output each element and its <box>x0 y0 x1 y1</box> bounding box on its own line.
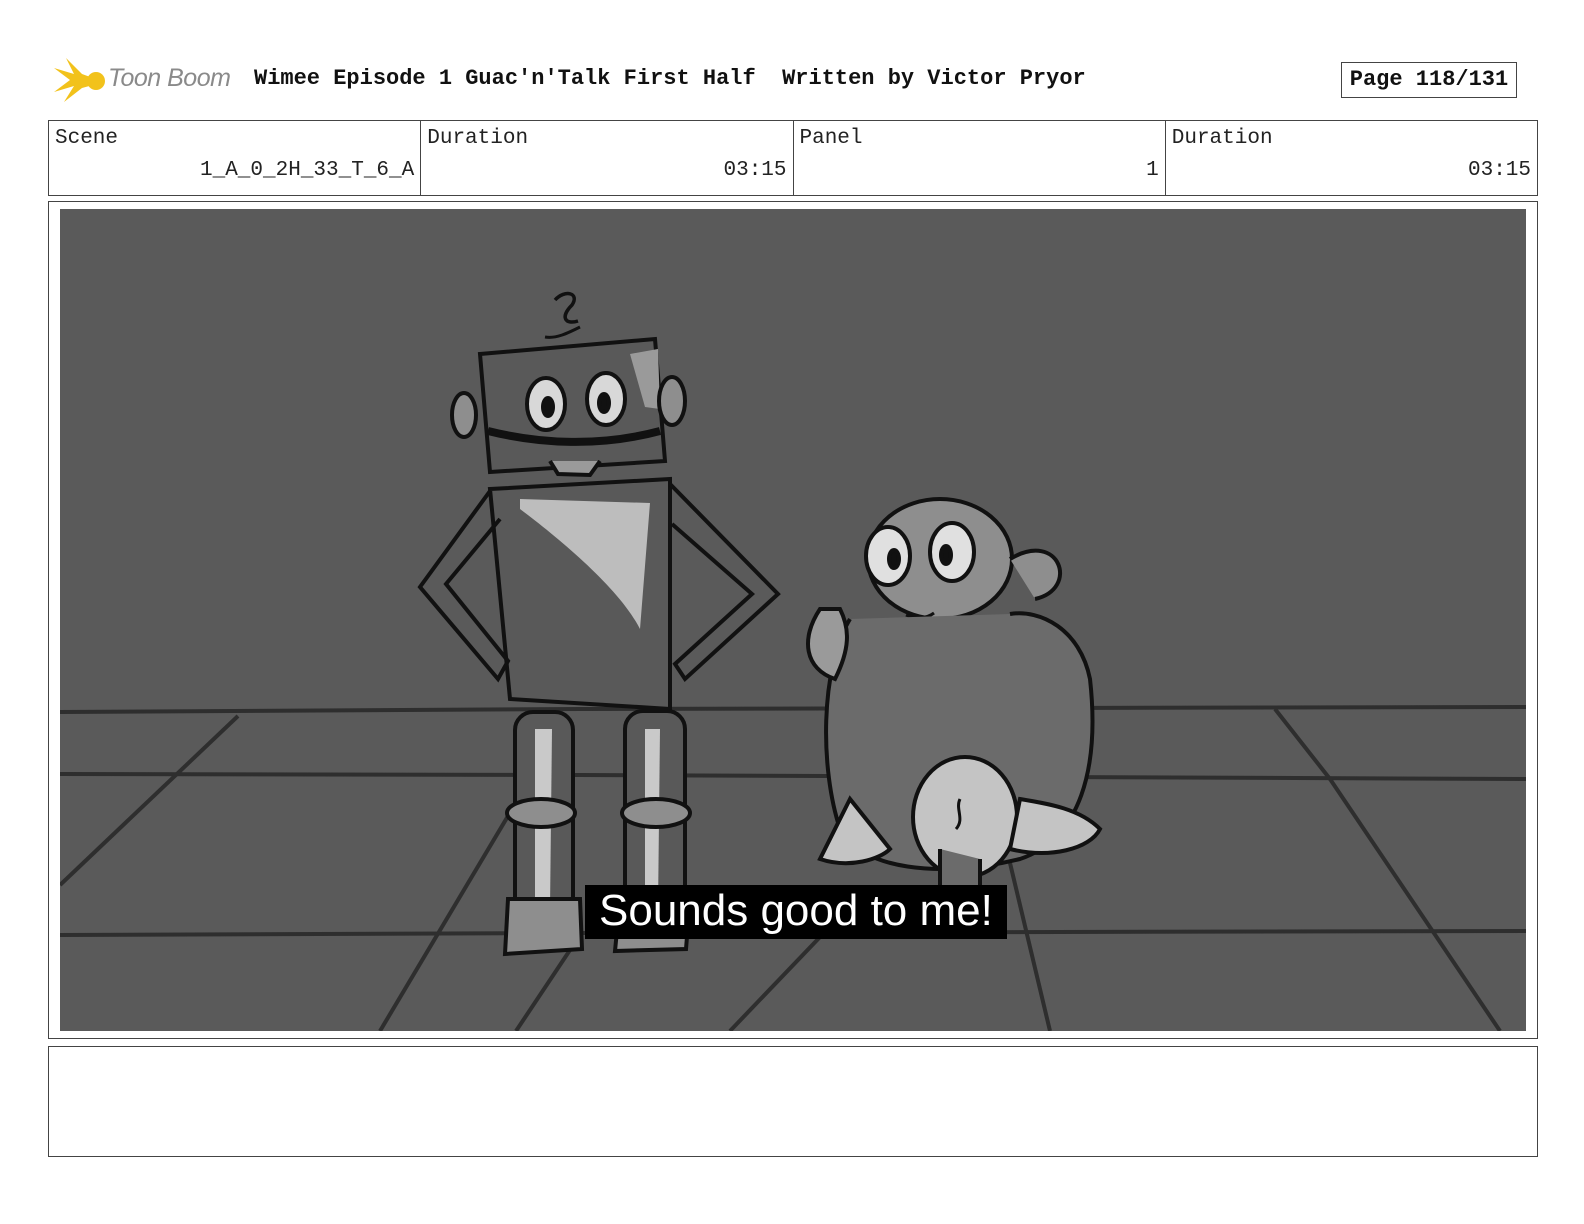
scene-duration-cell: Duration 03:15 <box>421 121 794 195</box>
scene-value: 1_A_0_2H_33_T_6_A <box>200 159 415 182</box>
panel-value: 1 <box>1146 159 1159 182</box>
scene-label: Scene <box>55 127 119 150</box>
document-title: Wimee Episode 1 Guac'n'Talk First Half W… <box>254 66 1086 91</box>
floor-grid <box>60 705 1526 1031</box>
panel-notes-box <box>48 1046 1538 1157</box>
logo-text: Toon Boom <box>108 64 231 92</box>
panel-frame: Sounds good to me! <box>48 201 1538 1039</box>
scene-duration-label: Duration <box>427 127 529 150</box>
panel-duration-cell: Duration 03:15 <box>1166 121 1537 195</box>
panel-duration-value: 03:15 <box>1467 159 1531 182</box>
panel-cell: Panel 1 <box>794 121 1166 195</box>
panel-duration-label: Duration <box>1171 127 1273 150</box>
frog-character <box>806 497 1103 938</box>
robot-character <box>417 291 781 957</box>
storyboard-drawing: Sounds good to me! <box>60 209 1526 1031</box>
storyboard-header: Toon Boom Wimee Episode 1 Guac'n'Talk Fi… <box>48 56 1538 104</box>
scene-cell: Scene 1_A_0_2H_33_T_6_A <box>49 121 422 195</box>
toon-boom-logo: Toon Boom <box>52 56 242 104</box>
starburst-icon <box>54 58 105 102</box>
scene-duration-value: 03:15 <box>723 159 787 182</box>
scene-info-table: Scene 1_A_0_2H_33_T_6_A Duration 03:15 P… <box>48 120 1538 196</box>
panel-label: Panel <box>799 127 863 150</box>
dialogue-caption: Sounds good to me! <box>585 885 1007 939</box>
page-number: Page 118/131 <box>1341 62 1517 98</box>
